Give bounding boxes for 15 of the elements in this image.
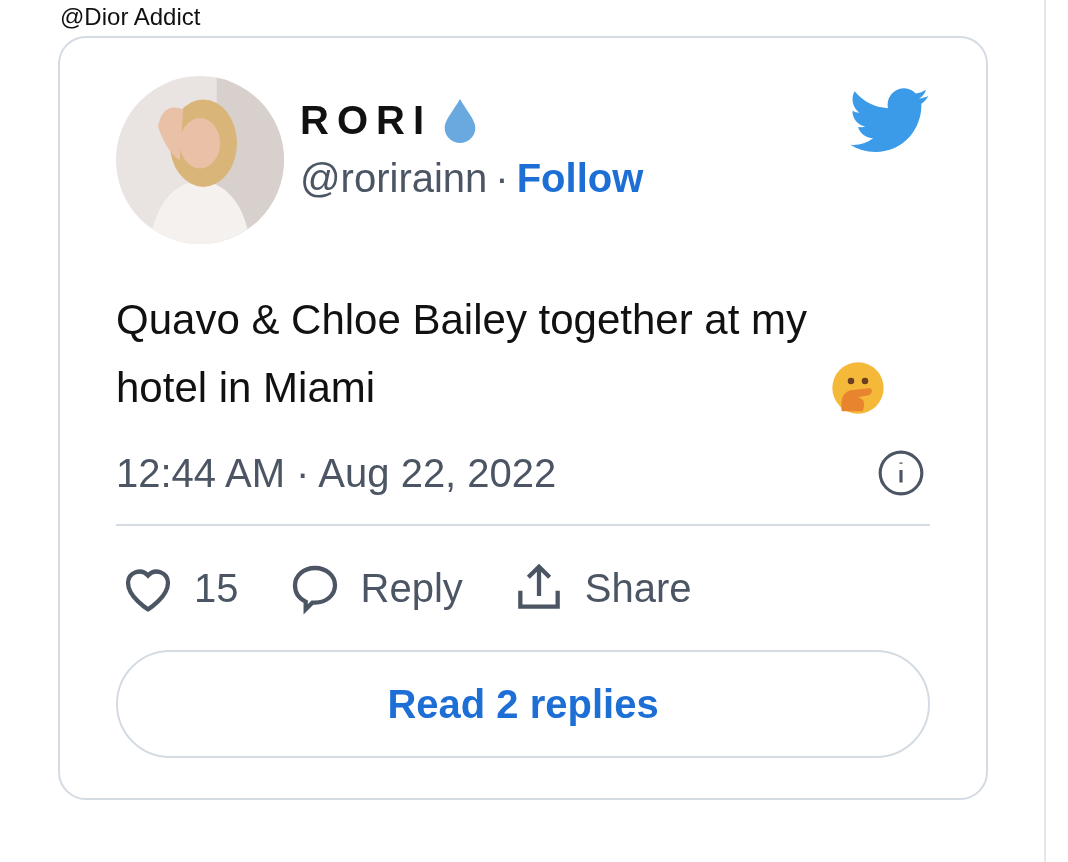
info-icon[interactable] bbox=[876, 448, 926, 498]
water-drop-icon bbox=[442, 97, 478, 143]
share-button[interactable]: Share bbox=[506, 556, 692, 620]
bird-icon bbox=[850, 88, 930, 154]
face-with-hand-over-mouth-icon bbox=[830, 360, 886, 416]
like-button[interactable]: 15 bbox=[116, 556, 239, 620]
read-replies-button[interactable]: Read 2 replies bbox=[116, 650, 930, 758]
timestamp: 12:44 AM · Aug 22, 2022 bbox=[116, 450, 557, 497]
username-text: @Dior Addict bbox=[60, 4, 201, 30]
author-handle: @rorirainn bbox=[300, 155, 488, 202]
follow-link[interactable]: Follow bbox=[516, 154, 644, 202]
reply-button[interactable]: Reply bbox=[282, 556, 463, 620]
tweet-text: Quavo & Chloe Bailey together at my hotel in Miami bbox=[116, 295, 809, 413]
author-name: RORI bbox=[300, 97, 432, 144]
separator-dot: · bbox=[495, 155, 509, 202]
